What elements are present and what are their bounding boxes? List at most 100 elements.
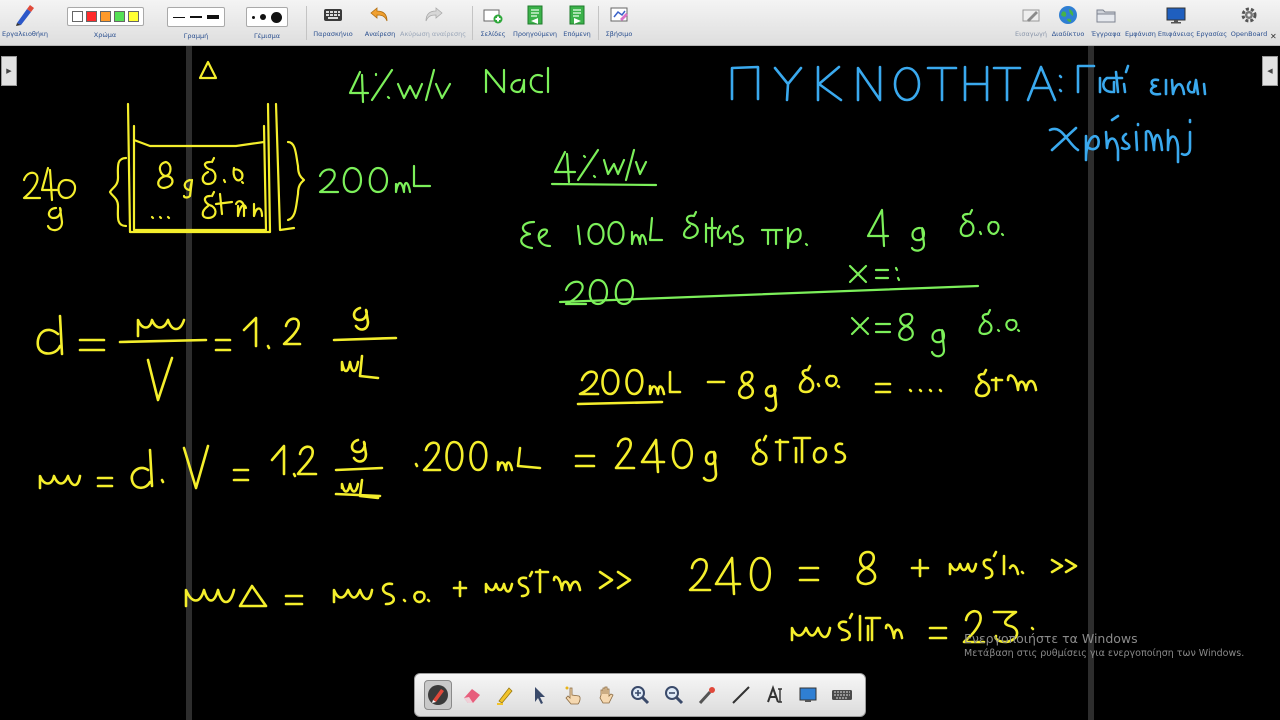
line-tool-button[interactable]: [727, 680, 755, 710]
undo-button[interactable]: Αναίρεση: [362, 0, 398, 46]
color-white[interactable]: [71, 11, 83, 22]
zoom-in-tool-button[interactable]: [626, 680, 654, 710]
text-icon: [766, 685, 782, 703]
add-page-icon: [483, 9, 503, 24]
show-desktop-button[interactable]: Εμφάνιση Επιφάνειας Εργασίας: [1124, 0, 1228, 46]
eraser-large-button[interactable]: [271, 11, 282, 23]
eraser-tool-button[interactable]: [458, 680, 486, 710]
floating-toolbar: [414, 673, 866, 717]
ink-heading-density: [730, 64, 1207, 164]
next-page-icon: [569, 5, 585, 25]
ink-volume-label: [318, 164, 432, 194]
undo-arrow-icon: [370, 7, 388, 22]
eraser-icon: [463, 689, 480, 703]
hand-icon: [599, 686, 614, 704]
triangle-left-icon: ◀: [1267, 67, 1273, 75]
line-medium-button[interactable]: [190, 16, 202, 18]
color-red[interactable]: [85, 11, 97, 22]
windows-activation-title: Ενεργοποιήστε τα Windows: [964, 631, 1138, 646]
erase-label: Σβήσιμο: [605, 30, 633, 38]
color-palette: Χρώμα: [55, 0, 155, 46]
import-pencil-icon: [1022, 9, 1040, 22]
toolbox-label: Εργαλειοθήκη: [2, 30, 48, 38]
color-green[interactable]: [113, 11, 125, 22]
folder-icon: [1096, 9, 1116, 23]
line-thin-button[interactable]: [173, 16, 185, 18]
ink-volume-result: [576, 364, 1038, 412]
laser-pointer-tool-button[interactable]: [693, 680, 721, 710]
top-toolbar: Εργαλειοθήκη Χρώμα Γραμμή Γέμισμα Παρασκ…: [0, 0, 1280, 46]
new-page-button[interactable]: Σελίδες: [478, 0, 508, 46]
ink-mass-equation: [38, 434, 847, 500]
redo-button[interactable]: Ακύρωση αναίρεσης: [400, 0, 466, 46]
pen-icon: [427, 685, 448, 705]
toolbar-divider: [598, 6, 599, 40]
interact-tool-button[interactable]: [559, 680, 587, 710]
previous-page-button[interactable]: Προηγούμενη: [512, 0, 558, 46]
zoom-out-tool-button[interactable]: [660, 680, 688, 710]
zoom-out-icon: [664, 686, 683, 705]
capture-tool-button[interactable]: [794, 680, 822, 710]
erase-button[interactable]: Σβήσιμο: [604, 0, 634, 46]
ink-density-equation: [36, 306, 398, 402]
fill-label: Γέμισμα: [253, 32, 280, 40]
keyboard-icon: [324, 9, 342, 21]
text-tool-button[interactable]: [761, 680, 789, 710]
stylus-toolbox-button[interactable]: Εργαλειοθήκη: [2, 0, 48, 46]
eraser-small-button[interactable]: [252, 15, 255, 19]
next-page-button[interactable]: Επόμενη: [560, 0, 594, 46]
line-width-group: Γραμμή: [166, 0, 226, 46]
previous-label: Προηγούμενη: [512, 30, 558, 38]
left-panel-toggle[interactable]: ▶: [1, 56, 17, 86]
globe-icon: [1059, 6, 1077, 24]
pen-tool-button[interactable]: [423, 680, 452, 710]
eraser-medium-button[interactable]: [260, 14, 266, 20]
pointing-hand-icon: [565, 686, 581, 705]
pages-label: Σελίδες: [480, 30, 506, 38]
ink-proportion-calc: [520, 148, 1021, 358]
toolbar-divider: [472, 6, 473, 40]
virtual-keyboard-button[interactable]: [828, 680, 856, 710]
ink-mass-sum-equation: [184, 550, 1078, 608]
undo-label: Αναίρεση: [364, 30, 396, 38]
screen-capture-icon: [799, 687, 817, 702]
import-button[interactable]: Εισαγωγή: [1014, 0, 1048, 46]
background-button[interactable]: Παρασκήνιο: [312, 0, 354, 46]
previous-page-icon: [527, 5, 543, 25]
web-browser-button[interactable]: Διαδίκτυο: [1050, 0, 1086, 46]
windows-activation-subtitle: Μετάβαση στις ρυθμίσεις για ενεργοποίηση…: [964, 648, 1245, 659]
highlighter-icon: [497, 687, 513, 705]
highlighter-tool-button[interactable]: [491, 680, 519, 710]
documents-button[interactable]: Έγγραφα: [1088, 0, 1124, 46]
redo-label: Ακύρωση αναίρεσης: [400, 30, 467, 38]
color-orange[interactable]: [99, 11, 111, 22]
import-label: Εισαγωγή: [1015, 30, 1047, 38]
eraser-size-group: Γέμισμα: [234, 0, 300, 46]
background-label: Παρασκήνιο: [313, 30, 353, 38]
desktop-monitor-icon: [1166, 7, 1186, 24]
openboard-label: OpenBoard: [1230, 30, 1268, 38]
redo-arrow-icon: [425, 7, 443, 22]
ink-beaker-sketch: [22, 60, 306, 234]
toolbar-divider: [306, 6, 307, 40]
line-thick-button[interactable]: [207, 15, 219, 19]
arrow-cursor-icon: [534, 687, 545, 704]
openboard-menu-button[interactable]: OpenBoard: [1228, 0, 1270, 46]
documents-label: Έγγραφα: [1091, 30, 1121, 38]
next-label: Επόμενη: [563, 30, 591, 38]
whiteboard-canvas[interactable]: [0, 46, 1280, 720]
clear-page-icon: [610, 7, 628, 22]
line-label: Γραμμή: [183, 32, 209, 40]
color-yellow[interactable]: [127, 11, 139, 22]
web-label: Διαδίκτυο: [1051, 30, 1085, 38]
show-desktop-label: Εμφάνιση Επιφάνειας Εργασίας: [1124, 30, 1228, 38]
window-close-icon[interactable]: ✕: [1270, 32, 1277, 41]
color-label: Χρώμα: [93, 31, 117, 39]
keyboard-icon: [832, 690, 853, 700]
line-icon: [732, 686, 750, 704]
hand-pan-tool-button[interactable]: [592, 680, 620, 710]
selector-tool-button[interactable]: [525, 680, 553, 710]
zoom-in-icon: [630, 686, 650, 705]
laser-pointer-icon: [699, 687, 716, 705]
right-panel-toggle[interactable]: ◀: [1262, 56, 1278, 86]
